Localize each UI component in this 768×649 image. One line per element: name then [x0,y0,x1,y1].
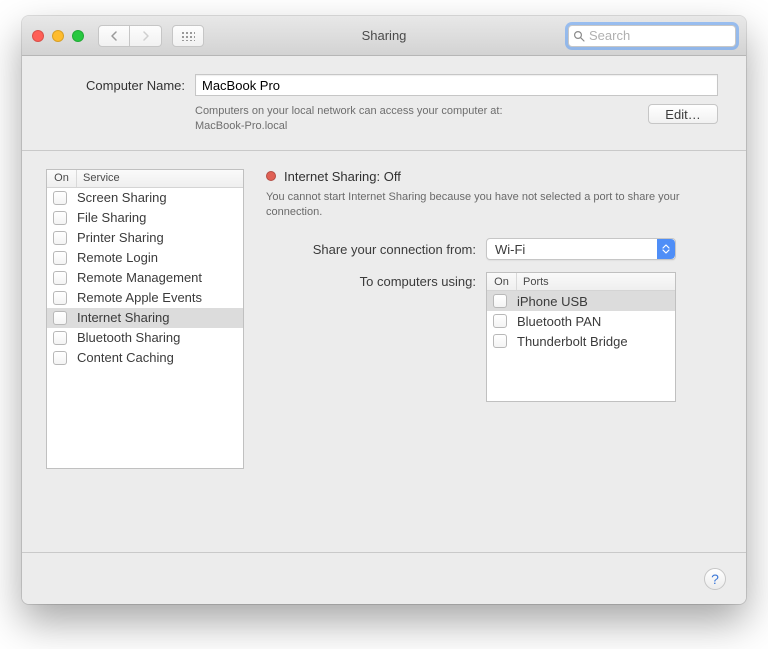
ports-table: On Ports iPhone USB Bluetooth PAN Thunderb… [486,272,676,402]
footer: ? [22,552,746,604]
forward-button[interactable] [130,25,162,47]
service-checkbox[interactable] [53,191,67,205]
port-row[interactable]: iPhone USB [487,291,675,311]
ports-header: On Ports [487,273,675,291]
port-label: iPhone USB [517,294,671,309]
service-label: Content Caching [77,350,239,365]
service-checkbox[interactable] [53,311,67,325]
back-button[interactable] [98,25,130,47]
service-row[interactable]: File Sharing [47,208,243,228]
detail-title: Internet Sharing: Off [284,169,401,184]
service-label: Internet Sharing [77,310,239,325]
service-label: Screen Sharing [77,190,239,205]
detail-message: You cannot start Internet Sharing becaus… [266,190,722,221]
zoom-window-button[interactable] [72,30,84,42]
service-checkbox[interactable] [53,271,67,285]
service-checkbox[interactable] [53,351,67,365]
services-header: On Service [47,170,243,188]
search-field[interactable] [568,25,736,47]
nav-back-forward [98,25,162,47]
computer-name-hint: Computers on your local network can acce… [195,104,648,134]
service-label: Remote Login [77,250,239,265]
show-all-button[interactable] [172,25,204,47]
service-checkbox[interactable] [53,231,67,245]
port-checkbox[interactable] [493,294,507,308]
grid-icon [181,31,195,41]
services-header-service: Service [77,170,243,187]
search-input[interactable] [589,28,746,43]
close-window-button[interactable] [32,30,44,42]
port-label: Thunderbolt Bridge [517,334,671,349]
service-row[interactable]: Internet Sharing [47,308,243,328]
main-content: On Service Screen Sharing File Sharing Pri… [22,151,746,552]
computer-name-section: Computer Name: Computers on your local n… [22,56,746,151]
share-from-value: Wi-Fi [495,242,525,257]
ports-header-ports: Ports [517,273,675,290]
port-checkbox[interactable] [493,314,507,328]
service-detail-pane: Internet Sharing: Off You cannot start I… [266,169,722,540]
services-table: On Service Screen Sharing File Sharing Pri… [46,169,244,469]
status-indicator-icon [266,171,276,181]
preferences-window: Sharing Computer Name: Computers on your… [22,16,746,604]
window-controls [32,30,84,42]
service-row[interactable]: Remote Login [47,248,243,268]
service-label: File Sharing [77,210,239,225]
to-computers-label: To computers using: [266,272,486,289]
port-row[interactable]: Bluetooth PAN [487,311,675,331]
minimize-window-button[interactable] [52,30,64,42]
service-checkbox[interactable] [53,251,67,265]
search-icon [573,30,585,42]
services-header-on: On [47,170,77,187]
edit-hostname-button[interactable]: Edit… [648,104,718,124]
services-body: Screen Sharing File Sharing Printer Sharin… [47,188,243,368]
service-row[interactable]: Remote Apple Events [47,288,243,308]
service-label: Bluetooth Sharing [77,330,239,345]
share-from-label: Share your connection from: [266,242,486,257]
port-checkbox[interactable] [493,334,507,348]
service-label: Remote Management [77,270,239,285]
titlebar: Sharing [22,16,746,56]
service-row[interactable]: Bluetooth Sharing [47,328,243,348]
service-row[interactable]: Printer Sharing [47,228,243,248]
service-checkbox[interactable] [53,331,67,345]
computer-name-label: Computer Name: [50,78,195,93]
select-arrows-icon [657,239,675,259]
share-from-select[interactable]: Wi-Fi [486,238,676,260]
service-label: Remote Apple Events [77,290,239,305]
port-row[interactable]: Thunderbolt Bridge [487,331,675,351]
ports-body: iPhone USB Bluetooth PAN Thunderbolt Bridg… [487,291,675,351]
service-label: Printer Sharing [77,230,239,245]
service-checkbox[interactable] [53,211,67,225]
service-row[interactable]: Screen Sharing [47,188,243,208]
ports-header-on: On [487,273,517,290]
service-row[interactable]: Remote Management [47,268,243,288]
service-checkbox[interactable] [53,291,67,305]
computer-name-input[interactable] [195,74,718,96]
help-button[interactable]: ? [704,568,726,590]
service-row[interactable]: Content Caching [47,348,243,368]
port-label: Bluetooth PAN [517,314,671,329]
